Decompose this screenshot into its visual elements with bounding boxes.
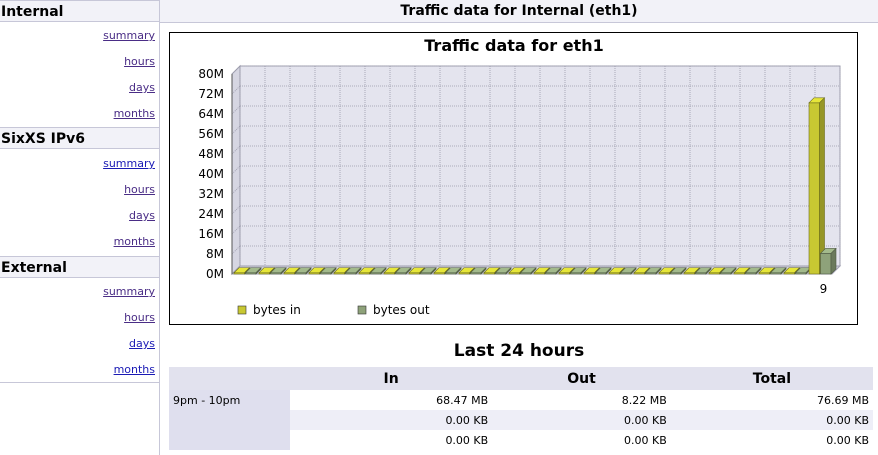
- sixxs-hours-link[interactable]: hours: [124, 183, 155, 196]
- traffic-summary-table: In Out Total 9pm - 10pm 68.47 MB 8.22 MB…: [169, 367, 873, 450]
- sidebar-section-title-external: External: [0, 256, 159, 278]
- row-label: [169, 430, 290, 450]
- sidebar-divider: [0, 382, 159, 383]
- table-header-total: Total: [670, 367, 873, 390]
- sidebar: Internal summary hours days months SixXS…: [0, 0, 160, 455]
- internal-days-link[interactable]: days: [129, 81, 155, 94]
- external-summary-link[interactable]: summary: [103, 285, 155, 298]
- table-header-in: In: [290, 367, 493, 390]
- chart-title: Traffic data for eth1: [424, 36, 603, 55]
- external-days-link[interactable]: days: [129, 337, 155, 350]
- table-row: 0.00 KB 0.00 KB 0.00 KB: [169, 410, 873, 430]
- y-tick-label: 16M: [198, 227, 224, 241]
- legend-label-bytes-in: bytes in: [253, 303, 301, 317]
- y-tick-label: 0M: [206, 267, 224, 281]
- row-out: 8.22 MB: [492, 390, 671, 410]
- x-tick-label: 9: [820, 282, 828, 296]
- row-total: 0.00 KB: [670, 410, 873, 430]
- chart-side-wall: [231, 64, 241, 276]
- y-tick-label: 32M: [198, 187, 224, 201]
- row-in: 0.00 KB: [290, 410, 493, 430]
- row-total: 0.00 KB: [670, 430, 873, 450]
- internal-hours-link[interactable]: hours: [124, 55, 155, 68]
- sixxs-summary-link[interactable]: summary: [103, 157, 155, 170]
- row-out: 0.00 KB: [492, 410, 671, 430]
- y-tick-label: 8M: [206, 247, 224, 261]
- legend-swatch-bytes-in: [237, 305, 247, 315]
- table-title: Last 24 hours: [453, 341, 585, 361]
- table-header-row: In Out Total: [169, 367, 873, 390]
- sixxs-days-link[interactable]: days: [129, 209, 155, 222]
- bar-side: [819, 97, 825, 275]
- row-label: [169, 410, 290, 430]
- row-label: 9pm - 10pm: [169, 390, 290, 410]
- internal-months-link[interactable]: months: [114, 107, 155, 120]
- sidebar-section-title-sixxs: SixXS IPv6: [0, 127, 159, 149]
- internal-summary-link[interactable]: summary: [103, 29, 155, 42]
- table-row: 9pm - 10pm 68.47 MB 8.22 MB 76.69 MB: [169, 390, 873, 410]
- row-in: 0.00 KB: [290, 430, 493, 450]
- sidebar-section-title-internal: Internal: [0, 0, 159, 22]
- external-hours-link[interactable]: hours: [124, 311, 155, 324]
- row-out: 0.00 KB: [492, 430, 671, 450]
- legend-swatch-bytes-out: [357, 305, 367, 315]
- traffic-chart-svg: Traffic data for eth1 0M 8M 16M 24M 32M 40M 48M…: [198, 36, 842, 317]
- row-total: 76.69 MB: [670, 390, 873, 410]
- page-title: Traffic data for Internal (eth1): [160, 0, 878, 23]
- bar-side: [830, 247, 837, 275]
- y-tick-label: 56M: [198, 127, 224, 141]
- external-months-link[interactable]: months: [114, 363, 155, 376]
- table-row: 0.00 KB 0.00 KB 0.00 KB: [169, 430, 873, 450]
- table-header-out: Out: [492, 367, 671, 390]
- row-in: 68.47 MB: [290, 390, 493, 410]
- bar-bytes-in: [808, 102, 820, 275]
- y-tick-label: 48M: [198, 147, 224, 161]
- legend-label-bytes-out: bytes out: [373, 303, 430, 317]
- traffic-chart: Traffic data for eth1 0M 8M 16M 24M 32M 40M 48M…: [169, 32, 858, 325]
- bar-bytes-out: [820, 253, 832, 275]
- y-tick-label: 24M: [198, 207, 224, 221]
- y-tick-label: 72M: [198, 87, 224, 101]
- y-tick-label: 80M: [198, 67, 224, 81]
- sixxs-months-link[interactable]: months: [114, 235, 155, 248]
- table-header-blank: [169, 367, 290, 390]
- y-tick-label: 64M: [198, 107, 224, 121]
- y-tick-label: 40M: [198, 167, 224, 181]
